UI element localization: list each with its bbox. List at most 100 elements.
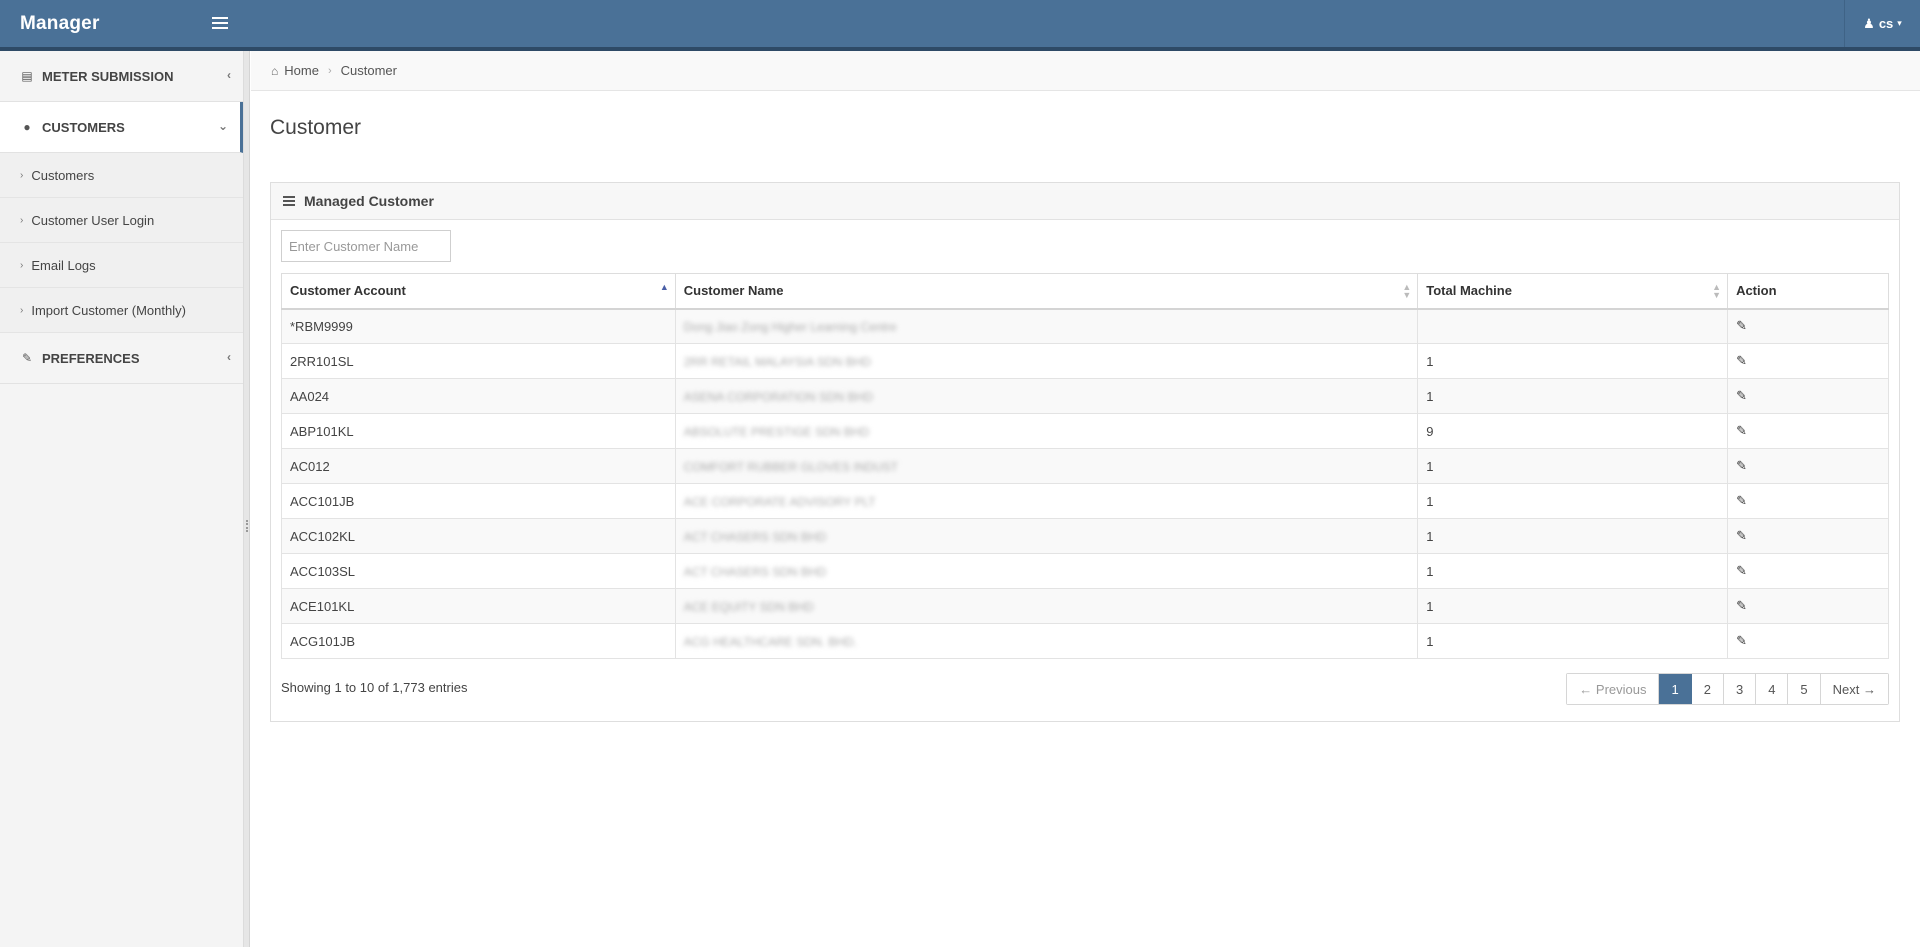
user-menu[interactable]: ♟ cs ▾ — [1844, 0, 1920, 47]
customer-name-search-input[interactable] — [281, 230, 451, 262]
user-icon: ♟ — [1863, 15, 1875, 31]
app-brand[interactable]: Manager — [20, 13, 100, 35]
column-header-label: Total Machine — [1426, 283, 1512, 299]
sidebar-item-label: Email Logs — [31, 257, 96, 273]
main-content: ⌂ Home › Customer Customer Managed Custo… — [251, 51, 1920, 947]
sidebar-item-customer-user-login[interactable]: › Customer User Login — [0, 198, 243, 243]
cell-customer-name: COMFORT RUBBER GLOVES INDUST — [674, 448, 1419, 484]
user-icon: ● — [23, 120, 31, 134]
pagination-page-2[interactable]: 2 — [1691, 674, 1724, 704]
sidebar-section-label: PREFERENCES — [42, 350, 140, 366]
customer-name-text: ACE CORPORATE ADVISORY PLT — [683, 494, 876, 509]
table-row: AC012 COMFORT RUBBER GLOVES INDUST 1 ✎ — [281, 448, 1889, 484]
pagination-page-5[interactable]: 5 — [1788, 674, 1821, 704]
cell-customer-account: AC012 — [281, 448, 676, 484]
chevron-down-icon: ⌄ — [217, 119, 228, 133]
chevron-right-icon: › — [20, 214, 24, 226]
cell-action: ✎ — [1727, 553, 1889, 589]
cell-total-machine: 9 — [1417, 413, 1729, 449]
column-header-label: Customer Account — [290, 283, 406, 299]
breadcrumb-home[interactable]: Home — [284, 63, 319, 78]
sidebar-section-meter-submission[interactable]: ▤ METER SUBMISSION ‹ — [0, 51, 243, 102]
cell-total-machine: 1 — [1417, 378, 1729, 414]
cell-customer-account: ACC101JB — [281, 483, 676, 519]
edit-icon: ✎ — [21, 351, 33, 365]
chevron-left-icon: ‹ — [227, 68, 231, 82]
table-row: ACC103SL ACT CHASERS SDN BHD 1 ✎ — [281, 553, 1889, 589]
cell-customer-name: ACG HEALTHCARE SDN. BHD. — [674, 623, 1419, 659]
cell-customer-name: ASENA CORPORATION SDN BHD — [674, 378, 1419, 414]
sidebar-section-customers[interactable]: ● CUSTOMERS ⌄ — [0, 102, 243, 153]
hamburger-menu-icon[interactable] — [212, 14, 228, 34]
pagination: ← Previous 1 2 3 4 5 Next → — [1566, 673, 1889, 705]
cell-customer-name: ACT CHASERS SDN BHD — [674, 518, 1419, 554]
customer-table: Customer Account ▲ Customer Name ▲ ▼ Tota… — [281, 273, 1889, 659]
cell-action: ✎ — [1727, 588, 1889, 624]
panel-title: Managed Customer — [304, 193, 434, 209]
cell-total-machine: 1 — [1417, 518, 1729, 554]
sidebar-item-email-logs[interactable]: › Email Logs — [0, 243, 243, 288]
customer-name-text: ASENA CORPORATION SDN BHD — [683, 389, 873, 404]
cell-action: ✎ — [1727, 343, 1889, 379]
cell-action: ✎ — [1727, 413, 1889, 449]
pencil-icon[interactable]: ✎ — [1736, 388, 1747, 404]
panel-header: Managed Customer — [271, 183, 1899, 220]
sort-asc-icon: ▲ — [659, 282, 669, 292]
pagination-page-1[interactable]: 1 — [1659, 674, 1692, 704]
customer-name-text: ACG HEALTHCARE SDN. BHD. — [683, 634, 857, 649]
cell-action: ✎ — [1727, 483, 1889, 519]
table-row: AA024 ASENA CORPORATION SDN BHD 1 ✎ — [281, 378, 1889, 414]
sidebar-item-label: Customers — [31, 167, 95, 183]
cell-action: ✎ — [1727, 448, 1889, 484]
customer-name-text: ACE EQUITY SDN BHD — [683, 599, 814, 614]
column-header-total-machine[interactable]: Total Machine ▲ ▼ — [1417, 273, 1729, 310]
caret-down-icon: ▾ — [1897, 18, 1902, 28]
pagination-next[interactable]: Next → — [1820, 674, 1888, 704]
sidebar-item-customers[interactable]: › Customers — [0, 153, 243, 198]
cell-action: ✎ — [1727, 623, 1889, 659]
cell-customer-account: ACE101KL — [281, 588, 676, 624]
cell-customer-name: 2RR RETAIL MALAYSIA SDN BHD — [674, 343, 1419, 379]
cell-total-machine: 1 — [1417, 553, 1729, 589]
pencil-icon[interactable]: ✎ — [1736, 458, 1747, 474]
chevron-right-icon: › — [20, 259, 24, 271]
pagination-page-4[interactable]: 4 — [1756, 674, 1789, 704]
pencil-icon[interactable]: ✎ — [1736, 353, 1747, 369]
table-row: ABP101KL ABSOLUTE PRESTIGE SDN BHD 9 ✎ — [281, 413, 1889, 449]
pencil-icon[interactable]: ✎ — [1736, 633, 1747, 649]
column-header-customer-name[interactable]: Customer Name ▲ ▼ — [674, 273, 1419, 310]
chevron-right-icon: › — [20, 304, 24, 316]
sidebar-section-preferences[interactable]: ✎ PREFERENCES ‹ — [0, 333, 243, 384]
column-header-label: Customer Name — [683, 283, 784, 299]
drag-handle-icon[interactable] — [246, 520, 248, 532]
sidebar: ▤ METER SUBMISSION ‹ ● CUSTOMERS ⌄ › Cus… — [0, 51, 244, 947]
cell-customer-name: ACE CORPORATE ADVISORY PLT — [674, 483, 1419, 519]
breadcrumb-current: Customer — [340, 63, 397, 78]
cell-action: ✎ — [1727, 518, 1889, 554]
customer-name-text: ABSOLUTE PRESTIGE SDN BHD — [683, 424, 870, 439]
breadcrumb: ⌂ Home › Customer — [251, 51, 1920, 91]
breadcrumb-separator-icon: › — [327, 64, 332, 77]
sidebar-splitter[interactable] — [244, 51, 250, 947]
pencil-icon[interactable]: ✎ — [1736, 318, 1747, 334]
pencil-icon[interactable]: ✎ — [1736, 528, 1747, 544]
sidebar-item-import-customer[interactable]: › Import Customer (Monthly) — [0, 288, 243, 333]
cell-total-machine — [1417, 308, 1729, 344]
pencil-icon[interactable]: ✎ — [1736, 563, 1747, 579]
cell-customer-name: ACE EQUITY SDN BHD — [674, 588, 1419, 624]
sort-icon: ▲ ▼ — [1402, 282, 1412, 300]
sidebar-section-label: CUSTOMERS — [42, 119, 125, 135]
cell-customer-account: AA024 — [281, 378, 676, 414]
pencil-icon[interactable]: ✎ — [1736, 493, 1747, 509]
table-row: 2RR101SL 2RR RETAIL MALAYSIA SDN BHD 1 ✎ — [281, 343, 1889, 379]
pagination-previous[interactable]: ← Previous — [1567, 674, 1660, 704]
cell-total-machine: 1 — [1417, 448, 1729, 484]
cell-customer-account: ACC102KL — [281, 518, 676, 554]
pencil-icon[interactable]: ✎ — [1736, 598, 1747, 614]
list-icon — [283, 194, 295, 208]
column-header-customer-account[interactable]: Customer Account ▲ — [281, 273, 676, 310]
customer-name-text: COMFORT RUBBER GLOVES INDUST — [683, 459, 899, 474]
cell-customer-name: Dong Jiao Zong Higher Learning Centre — [674, 308, 1419, 344]
pagination-page-3[interactable]: 3 — [1723, 674, 1757, 704]
pencil-icon[interactable]: ✎ — [1736, 423, 1747, 439]
